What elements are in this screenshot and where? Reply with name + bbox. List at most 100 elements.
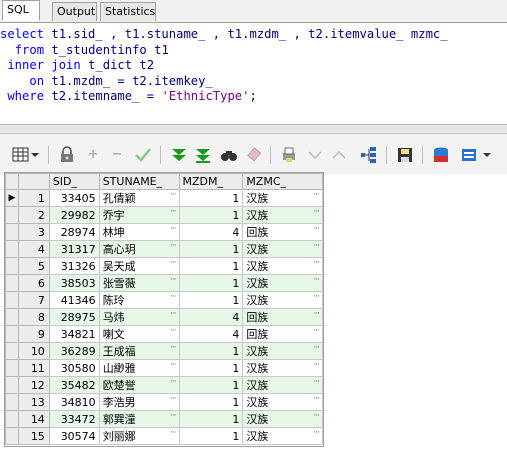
cell-stuname[interactable]: 张雪薇 ··· — [98, 274, 180, 292]
row-indicator[interactable]: ▶ — [5, 189, 19, 207]
cell-mzmc[interactable]: 汉族 ··· — [242, 393, 323, 411]
cell-stuname[interactable]: 吴天成 ··· — [98, 257, 180, 275]
cell-sid[interactable]: 41346 — [48, 291, 100, 309]
table-row[interactable]: 9 34821 喇文 ··· 4 回族 ··· — [5, 325, 323, 343]
cell-mzdm[interactable]: 1 — [178, 240, 244, 258]
cell-ellipsis-button[interactable]: ··· — [313, 378, 320, 388]
cell-mzmc[interactable]: 汉族 ··· — [242, 291, 323, 309]
cell-stuname[interactable]: 山緲雅 ··· — [98, 359, 180, 377]
cell-mzdm[interactable]: 4 — [178, 223, 244, 241]
column-header-stuname[interactable]: STUNAME_ — [98, 173, 180, 190]
cell-stuname[interactable]: 王成福 ··· — [98, 342, 180, 360]
row-indicator[interactable] — [5, 274, 19, 292]
cell-mzdm[interactable]: 4 — [178, 308, 244, 326]
row-number[interactable]: 3 — [17, 223, 50, 241]
cell-sid[interactable]: 31326 — [48, 257, 100, 275]
row-number[interactable]: 6 — [17, 274, 50, 292]
row-number[interactable]: 9 — [17, 325, 50, 343]
cell-stuname[interactable]: 刘丽娜 ··· — [98, 427, 180, 445]
row-indicator[interactable] — [5, 427, 19, 445]
table-row[interactable]: 6 38503 张雪薇 ··· 1 汉族 ··· — [5, 274, 323, 292]
cell-mzdm[interactable]: 1 — [178, 257, 244, 275]
cell-mzmc[interactable]: 汉族 ··· — [242, 342, 323, 360]
cell-sid[interactable]: 30580 — [48, 359, 100, 377]
cell-ellipsis-button[interactable]: ··· — [170, 412, 177, 422]
cell-mzmc[interactable]: 汉族 ··· — [242, 274, 323, 292]
export-icon[interactable] — [432, 146, 450, 164]
tab-output[interactable]: Output — [52, 2, 97, 21]
cell-ellipsis-button[interactable]: ··· — [313, 412, 320, 422]
lock-icon[interactable] — [58, 146, 76, 164]
cell-mzdm[interactable]: 1 — [178, 427, 244, 445]
cell-ellipsis-button[interactable]: ··· — [170, 327, 177, 337]
cell-mzmc[interactable]: 回族 ··· — [242, 223, 323, 241]
cell-ellipsis-button[interactable]: ··· — [170, 395, 177, 405]
cell-stuname[interactable]: 高心玥 ··· — [98, 240, 180, 258]
cell-sid[interactable]: 33472 — [48, 410, 100, 428]
row-number[interactable]: 10 — [17, 342, 50, 360]
cell-ellipsis-button[interactable]: ··· — [313, 361, 320, 371]
table-row[interactable]: 4 31317 高心玥 ··· 1 汉族 ··· — [5, 240, 323, 258]
cell-stuname[interactable]: 陈玲 ··· — [98, 291, 180, 309]
cell-mzmc[interactable]: 汉族 ··· — [242, 189, 323, 207]
results-grid[interactable]: SID_ STUNAME_ MZDM_ MZMC_ ▶ 1 33405 孔倩颖 ··· 1… — [4, 172, 324, 447]
cell-mzdm[interactable]: 1 — [178, 274, 244, 292]
table-row[interactable]: 15 30574 刘丽娜 ··· 1 汉族 ··· — [5, 427, 323, 445]
cell-ellipsis-button[interactable]: ··· — [313, 293, 320, 303]
row-indicator[interactable] — [5, 376, 19, 394]
cell-mzmc[interactable]: 汉族 ··· — [242, 206, 323, 224]
row-indicator[interactable] — [5, 308, 19, 326]
row-number[interactable]: 13 — [17, 393, 50, 411]
cell-sid[interactable]: 29982 — [48, 206, 100, 224]
clear-icon[interactable] — [246, 146, 264, 164]
cell-sid[interactable]: 35482 — [48, 376, 100, 394]
cell-ellipsis-button[interactable]: ··· — [170, 310, 177, 320]
table-row[interactable]: 8 28975 马炜 ··· 4 回族 ··· — [5, 308, 323, 326]
cell-ellipsis-button[interactable]: ··· — [313, 327, 320, 337]
delete-row-icon[interactable]: − — [108, 146, 126, 164]
row-number[interactable]: 1 — [17, 189, 50, 207]
cell-sid[interactable]: 31317 — [48, 240, 100, 258]
cell-ellipsis-button[interactable]: ··· — [170, 293, 177, 303]
cell-ellipsis-button[interactable]: ··· — [313, 276, 320, 286]
cell-stuname[interactable]: 李浩男 ··· — [98, 393, 180, 411]
cell-mzmc[interactable]: 汉族 ··· — [242, 376, 323, 394]
cell-ellipsis-button[interactable]: ··· — [313, 395, 320, 405]
table-row[interactable]: 5 31326 吴天成 ··· 1 汉族 ··· — [5, 257, 323, 275]
cell-stuname[interactable]: 马炜 ··· — [98, 308, 180, 326]
row-indicator[interactable] — [5, 291, 19, 309]
cell-ellipsis-button[interactable]: ··· — [170, 429, 177, 439]
cell-stuname[interactable]: 欧楚誉 ··· — [98, 376, 180, 394]
cell-ellipsis-button[interactable]: ··· — [313, 225, 320, 235]
cell-mzmc[interactable]: 汉族 ··· — [242, 427, 323, 445]
filter-down-icon[interactable] — [170, 146, 188, 164]
table-row[interactable]: 11 30580 山緲雅 ··· 1 汉族 ··· — [5, 359, 323, 377]
row-number[interactable]: 14 — [17, 410, 50, 428]
cell-sid[interactable]: 30574 — [48, 427, 100, 445]
cell-sid[interactable]: 28975 — [48, 308, 100, 326]
row-number[interactable]: 8 — [17, 308, 50, 326]
cell-mzmc[interactable]: 汉族 ··· — [242, 359, 323, 377]
cell-ellipsis-button[interactable]: ··· — [170, 208, 177, 218]
table-row[interactable]: 7 41346 陈玲 ··· 1 汉族 ··· — [5, 291, 323, 309]
table-row[interactable]: 3 28974 林坤 ··· 4 回族 ··· — [5, 223, 323, 241]
chevron-down-icon[interactable] — [30, 146, 40, 164]
row-indicator[interactable] — [5, 410, 19, 428]
cell-ellipsis-button[interactable]: ··· — [170, 378, 177, 388]
tab-sql[interactable]: SQL — [2, 0, 40, 21]
row-indicator[interactable] — [5, 393, 19, 411]
cell-mzmc[interactable]: 汉族 ··· — [242, 240, 323, 258]
cell-ellipsis-button[interactable]: ··· — [170, 242, 177, 252]
row-indicator[interactable] — [5, 223, 19, 241]
row-indicator[interactable] — [5, 359, 19, 377]
cell-mzdm[interactable]: 1 — [178, 359, 244, 377]
sort-up-icon[interactable] — [330, 146, 348, 164]
cell-stuname[interactable]: 林坤 ··· — [98, 223, 180, 241]
cell-mzdm[interactable]: 1 — [178, 291, 244, 309]
table-row[interactable]: 13 34810 李浩男 ··· 1 汉族 ··· — [5, 393, 323, 411]
table-row[interactable]: 2 29982 乔宇 ··· 1 汉族 ··· — [5, 206, 323, 224]
row-number[interactable]: 2 — [17, 206, 50, 224]
print-icon[interactable] — [280, 146, 298, 164]
row-number[interactable]: 11 — [17, 359, 50, 377]
row-number[interactable]: 12 — [17, 376, 50, 394]
